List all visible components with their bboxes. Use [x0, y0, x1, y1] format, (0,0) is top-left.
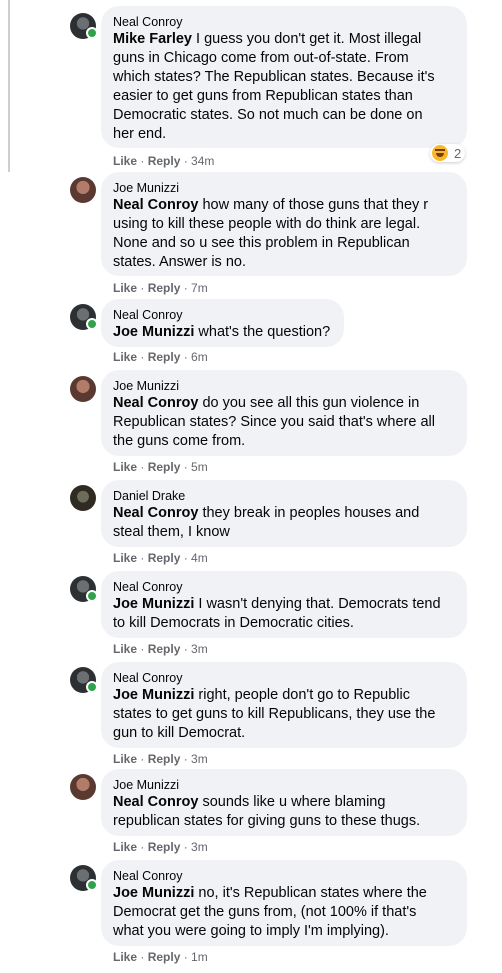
comment-actions: Like · Reply · 34m [113, 154, 215, 168]
mention-link[interactable]: Joe Munizzi [113, 596, 194, 612]
comment-author[interactable]: Joe Munizzi [113, 180, 455, 196]
comment-actions: Like · Reply · 7m [113, 281, 208, 295]
online-status-icon [86, 318, 98, 330]
reply-button[interactable]: Reply [148, 281, 181, 295]
reply-button[interactable]: Reply [148, 752, 181, 766]
thread-connector-line [8, 0, 10, 172]
comment-text: Joe Munizzi what's the question? [113, 324, 331, 340]
comment-timestamp[interactable]: 34m [191, 154, 214, 168]
mention-link[interactable]: Neal Conroy [113, 395, 198, 411]
comment-timestamp[interactable]: 3m [191, 642, 208, 656]
comment-author[interactable]: Joe Munizzi [113, 777, 455, 793]
online-status-icon [86, 27, 98, 39]
online-status-icon [86, 681, 98, 693]
comment-actions: Like · Reply · 3m [113, 840, 208, 854]
comment-author[interactable]: Neal Conroy [113, 14, 455, 30]
reply-button[interactable]: Reply [148, 950, 181, 964]
mention-link[interactable]: Neal Conroy [113, 505, 198, 521]
comment-timestamp[interactable]: 7m [191, 281, 208, 295]
mention-link[interactable]: Joe Munizzi [113, 885, 194, 901]
like-button[interactable]: Like [113, 642, 137, 656]
comment-actions: Like · Reply · 6m [113, 350, 208, 364]
reply-button[interactable]: Reply [148, 154, 181, 168]
comment-author[interactable]: Neal Conroy [113, 670, 455, 686]
comment-author[interactable]: Joe Munizzi [113, 378, 455, 394]
comment-bubble: Daniel Drake Neal Conroy they break in p… [101, 480, 467, 547]
reply-button[interactable]: Reply [148, 460, 181, 474]
comment-text: Joe Munizzi no, it's Republican states w… [113, 885, 427, 939]
like-button[interactable]: Like [113, 551, 137, 565]
comment-bubble: Joe Munizzi Neal Conroy how many of thos… [101, 172, 467, 276]
comment-text: Joe Munizzi I wasn't denying that. Democ… [113, 596, 441, 631]
like-button[interactable]: Like [113, 460, 137, 474]
avatar[interactable] [70, 774, 96, 800]
comment-author[interactable]: Daniel Drake [113, 488, 455, 504]
comment-bubble: Neal Conroy Joe Munizzi right, people do… [101, 662, 467, 748]
mention-link[interactable]: Neal Conroy [113, 197, 198, 213]
comment-bubble: Neal Conroy Joe Munizzi what's the quest… [101, 299, 344, 347]
reaction-count: 2 [454, 145, 462, 161]
comment-text: Neal Conroy they break in peoples houses… [113, 505, 420, 540]
comment-author[interactable]: Neal Conroy [113, 579, 455, 595]
online-status-icon [86, 590, 98, 602]
comment-timestamp[interactable]: 6m [191, 350, 208, 364]
reply-button[interactable]: Reply [148, 551, 181, 565]
like-button[interactable]: Like [113, 281, 137, 295]
reply-button[interactable]: Reply [148, 642, 181, 656]
like-button[interactable]: Like [113, 752, 137, 766]
comment-text: Neal Conroy how many of those guns that … [113, 197, 429, 270]
avatar[interactable] [70, 376, 96, 402]
comment-timestamp[interactable]: 1m [191, 950, 208, 964]
reply-button[interactable]: Reply [148, 840, 181, 854]
comment-author[interactable]: Neal Conroy [113, 307, 332, 323]
comment-actions: Like · Reply · 5m [113, 460, 208, 474]
avatar[interactable] [70, 177, 96, 203]
comment-actions: Like · Reply · 1m [113, 950, 208, 964]
comment-text: Mike Farley I guess you don't get it. Mo… [113, 31, 435, 142]
like-button[interactable]: Like [113, 840, 137, 854]
comment-actions: Like · Reply · 3m [113, 642, 208, 656]
mention-link[interactable]: Joe Munizzi [113, 687, 194, 703]
comment-timestamp[interactable]: 3m [191, 840, 208, 854]
comment-bubble: Neal Conroy Joe Munizzi no, it's Republi… [101, 860, 467, 946]
like-button[interactable]: Like [113, 350, 137, 364]
comment-bubble: Joe Munizzi Neal Conroy sounds like u wh… [101, 769, 467, 836]
comment-author[interactable]: Neal Conroy [113, 868, 455, 884]
comment-bubble: Neal Conroy Mike Farley I guess you don'… [101, 6, 467, 148]
comment-text: Neal Conroy do you see all this gun viol… [113, 395, 435, 449]
laughing-emoji-icon [432, 145, 448, 161]
mention-link[interactable]: Neal Conroy [113, 794, 198, 810]
comment-bubble: Neal Conroy Joe Munizzi I wasn't denying… [101, 571, 467, 638]
avatar[interactable] [70, 485, 96, 511]
comment-timestamp[interactable]: 3m [191, 752, 208, 766]
mention-link[interactable]: Mike Farley [113, 31, 192, 47]
mention-link[interactable]: Joe Munizzi [113, 324, 194, 340]
like-button[interactable]: Like [113, 950, 137, 964]
comment-actions: Like · Reply · 3m [113, 752, 208, 766]
reaction-summary[interactable]: 2 [430, 144, 466, 162]
comment-timestamp[interactable]: 5m [191, 460, 208, 474]
reply-button[interactable]: Reply [148, 350, 181, 364]
like-button[interactable]: Like [113, 154, 137, 168]
comment-bubble: Joe Munizzi Neal Conroy do you see all t… [101, 370, 467, 456]
online-status-icon [86, 879, 98, 891]
comment-text: Joe Munizzi right, people don't go to Re… [113, 687, 436, 741]
comment-actions: Like · Reply · 4m [113, 551, 208, 565]
comment-text: Neal Conroy sounds like u where blaming … [113, 794, 421, 829]
comment-timestamp[interactable]: 4m [191, 551, 208, 565]
